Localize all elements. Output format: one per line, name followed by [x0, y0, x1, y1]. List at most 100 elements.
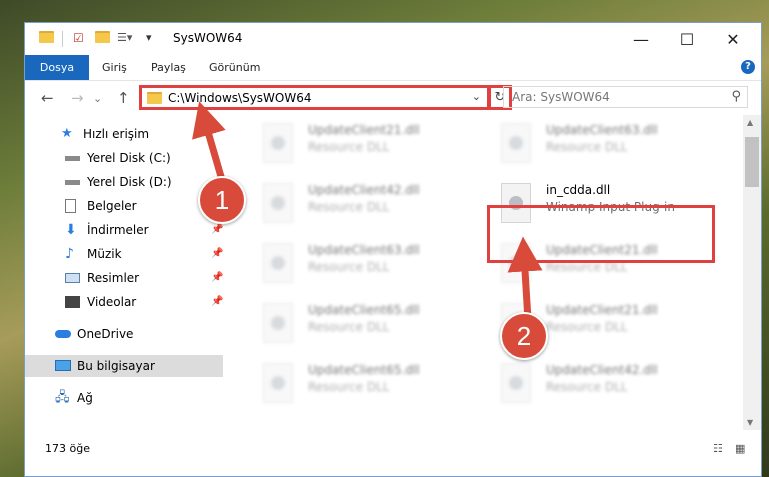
- downloads-icon: ⬇: [65, 222, 77, 238]
- file-name: in_cdda.dll: [546, 183, 611, 197]
- folder-icon: [39, 31, 54, 47]
- sidebar-item-quick-access[interactable]: ★ Hızlı erişim: [25, 123, 225, 145]
- list-item[interactable]: UpdateClient65.dll Resource DLL: [245, 357, 475, 409]
- tab-share[interactable]: Paylaş: [151, 55, 186, 80]
- up-button[interactable]: ↑: [117, 89, 130, 107]
- separator: [62, 31, 63, 47]
- pin-icon: 📌: [211, 272, 224, 283]
- file-name: UpdateClient65.dll: [308, 303, 420, 317]
- step-1-badge: 1: [198, 176, 246, 224]
- pin-icon: 📌: [211, 296, 224, 307]
- list-item[interactable]: UpdateClient21.dll Resource DLL: [245, 117, 475, 169]
- vertical-scrollbar[interactable]: ▲ ▼: [743, 115, 761, 430]
- address-bar[interactable]: C:\Windows\SysWOW64 ⌄ ↻: [139, 85, 512, 110]
- sidebar-item-label: İndirmeler: [87, 223, 149, 237]
- customize-quick-access-icon[interactable]: ☰▾: [117, 31, 132, 47]
- forward-button[interactable]: →: [71, 89, 84, 107]
- sidebar-item-label: Hızlı erişim: [83, 127, 150, 141]
- file-name: UpdateClient21.dll: [546, 303, 658, 317]
- file-list: UpdateClient21.dll Resource DLL UpdateCl…: [235, 115, 743, 430]
- minimize-button[interactable]: —: [618, 23, 664, 55]
- quick-access-dropdown-icon[interactable]: ▾: [146, 31, 152, 47]
- dll-file-icon: [501, 123, 531, 163]
- file-description: Resource DLL: [546, 320, 628, 334]
- network-icon: 🖧: [55, 390, 70, 405]
- list-item[interactable]: UpdateClient63.dll Resource DLL: [483, 117, 713, 169]
- videos-icon: [65, 296, 80, 308]
- dll-file-icon: [263, 243, 293, 283]
- status-bar: 173 öğe ☷ ▦: [25, 430, 761, 476]
- drive-icon: [65, 180, 80, 185]
- sidebar-item-disk-d[interactable]: Yerel Disk (D:): [25, 171, 225, 193]
- dll-file-icon: [263, 363, 293, 403]
- folder-icon: [147, 92, 162, 104]
- tab-view[interactable]: Görünüm: [209, 55, 260, 80]
- list-item[interactable]: UpdateClient42.dll Resource DLL: [483, 357, 713, 409]
- maximize-button[interactable]: ☐: [664, 23, 710, 55]
- file-description: Resource DLL: [308, 320, 390, 334]
- sidebar-item-music[interactable]: ♪ Müzik 📌: [25, 243, 225, 265]
- scroll-up-icon[interactable]: ▲: [747, 118, 753, 127]
- file-name: UpdateClient65.dll: [308, 363, 420, 377]
- search-placeholder: Ara: SysWOW64: [512, 90, 610, 104]
- search-icon: ⚲: [731, 89, 741, 104]
- drive-icon: [65, 156, 80, 161]
- list-item[interactable]: UpdateClient65.dll Resource DLL: [245, 297, 475, 349]
- list-item[interactable]: UpdateClient63.dll Resource DLL: [245, 237, 475, 289]
- sidebar-item-label: OneDrive: [77, 327, 134, 341]
- sidebar-item-pictures[interactable]: Resimler 📌: [25, 267, 225, 289]
- pin-icon: 📌: [211, 248, 224, 259]
- file-description: Resource DLL: [308, 140, 390, 154]
- tiles-view-icon[interactable]: ▦: [735, 442, 745, 455]
- file-description: Resource DLL: [308, 200, 390, 214]
- sidebar-item-label: Belgeler: [87, 199, 137, 213]
- details-view-icon[interactable]: ☷: [713, 442, 723, 455]
- sidebar-item-label: Ağ: [77, 391, 93, 405]
- file-name: UpdateClient63.dll: [546, 123, 658, 137]
- documents-icon: [65, 199, 76, 213]
- ribbon: Dosya Giriş Paylaş Görünüm ?: [25, 55, 761, 81]
- sidebar-item-documents[interactable]: Belgeler: [25, 195, 225, 217]
- address-path: C:\Windows\SysWOW64: [168, 91, 312, 105]
- scroll-down-icon[interactable]: ▼: [747, 418, 753, 427]
- star-icon: ★: [61, 126, 73, 141]
- sidebar-item-videos[interactable]: Videolar 📌: [25, 291, 225, 313]
- highlight-box: [487, 205, 715, 263]
- search-input[interactable]: Ara: SysWOW64 ⚲: [503, 86, 748, 108]
- sidebar-item-onedrive[interactable]: OneDrive: [25, 323, 225, 345]
- file-description: Resource DLL: [308, 380, 390, 394]
- sidebar-item-this-pc[interactable]: Bu bilgisayar: [25, 355, 223, 377]
- sidebar-item-network[interactable]: 🖧 Ağ: [25, 387, 225, 409]
- file-name: UpdateClient42.dll: [308, 183, 420, 197]
- tab-home[interactable]: Giriş: [102, 55, 127, 80]
- sidebar-item-label: Videolar: [87, 295, 137, 309]
- file-description: Resource DLL: [546, 380, 628, 394]
- back-button[interactable]: ←: [41, 89, 54, 107]
- properties-icon[interactable]: ☑: [73, 31, 84, 47]
- sidebar-item-label: Bu bilgisayar: [77, 359, 155, 373]
- file-description: Resource DLL: [308, 260, 390, 274]
- sidebar-item-label: Resimler: [87, 271, 140, 285]
- window-title: SysWOW64: [173, 31, 243, 45]
- dll-file-icon: [263, 183, 293, 223]
- computer-icon: [55, 360, 71, 371]
- sidebar-item-label: Müzik: [87, 247, 122, 261]
- sidebar-item-label: Yerel Disk (C:): [87, 151, 171, 165]
- list-item[interactable]: UpdateClient42.dll Resource DLL: [245, 177, 475, 229]
- sidebar-item-label: Yerel Disk (D:): [87, 175, 172, 189]
- address-dropdown-icon[interactable]: ⌄: [472, 90, 481, 103]
- help-icon[interactable]: ?: [741, 60, 755, 74]
- dll-file-icon: [263, 123, 293, 163]
- file-name: UpdateClient21.dll: [308, 123, 420, 137]
- close-button[interactable]: ✕: [710, 23, 756, 55]
- new-folder-icon[interactable]: [95, 31, 110, 47]
- tab-file[interactable]: Dosya: [25, 55, 89, 80]
- sidebar-item-disk-c[interactable]: Yerel Disk (C:): [25, 147, 225, 169]
- recent-dropdown-icon[interactable]: ⌄: [93, 92, 102, 105]
- file-name: UpdateClient42.dll: [546, 363, 658, 377]
- scrollbar-thumb[interactable]: [745, 137, 759, 187]
- dll-file-icon: [501, 363, 531, 403]
- file-name: UpdateClient63.dll: [308, 243, 420, 257]
- explorer-window: ☑ ☰▾ ▾ SysWOW64 — ☐ ✕ Dosya Giriş Paylaş…: [24, 22, 762, 477]
- sidebar-item-downloads[interactable]: ⬇ İndirmeler 📌: [25, 219, 225, 241]
